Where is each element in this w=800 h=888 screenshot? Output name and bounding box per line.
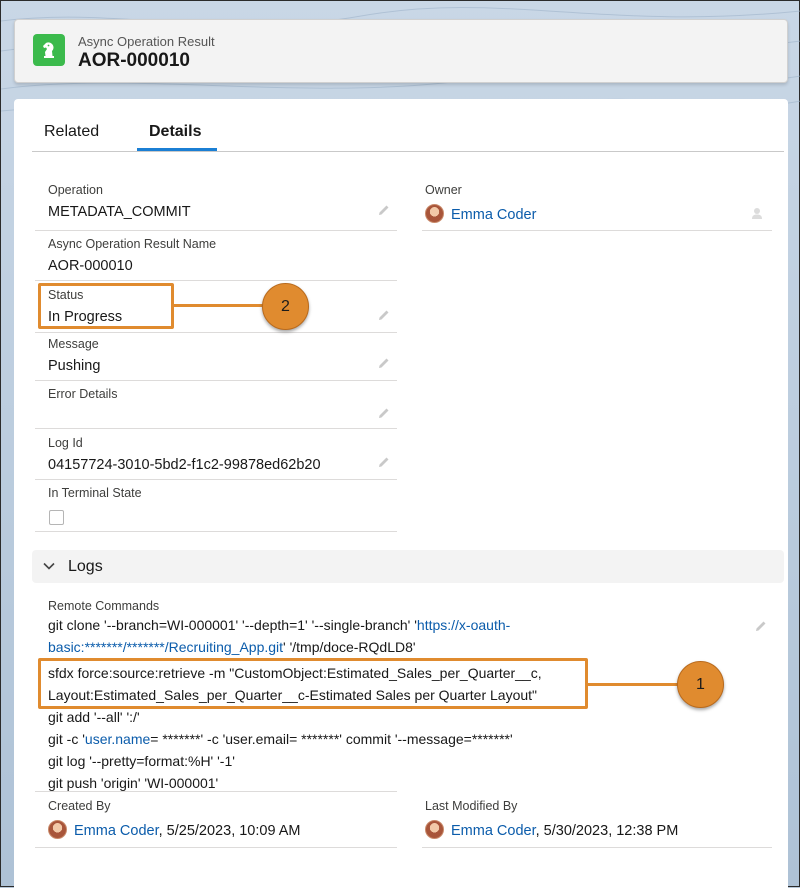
tab-bar: Related Details bbox=[32, 99, 784, 152]
repo-link[interactable]: https://x-oauth- bbox=[417, 617, 510, 633]
user-name-link[interactable]: user.name bbox=[85, 731, 150, 747]
command-line: git -c 'user.name= *******' -c 'user.ema… bbox=[48, 731, 513, 747]
command-line: git push 'origin' 'WI-000001' bbox=[48, 775, 219, 791]
command-line: git clone '--branch=WI-000001' '--depth=… bbox=[48, 617, 511, 633]
divider bbox=[35, 531, 397, 532]
divider bbox=[35, 332, 397, 333]
field-label: Message bbox=[48, 337, 99, 351]
field-label: Last Modified By bbox=[425, 799, 518, 813]
field-label: In Terminal State bbox=[48, 486, 142, 500]
callout-box-retrieve-command bbox=[38, 658, 588, 709]
divider bbox=[35, 847, 397, 848]
divider bbox=[35, 479, 397, 480]
repo-link[interactable]: basic:*******/*******/Recruiting_App.git bbox=[48, 639, 283, 655]
chevron-down-icon bbox=[43, 562, 55, 570]
field-created-by: Created By Emma Coder, 5/25/2023, 10:09 … bbox=[35, 799, 397, 848]
edit-pencil-icon[interactable] bbox=[377, 356, 391, 370]
edit-pencil-icon[interactable] bbox=[377, 406, 391, 420]
field-message: Message Pushing bbox=[35, 337, 397, 381]
edit-pencil-icon[interactable] bbox=[377, 455, 391, 469]
field-last-modified-by: Last Modified By Emma Coder, 5/30/2023, … bbox=[422, 799, 773, 848]
owner-link[interactable]: Emma Coder bbox=[451, 207, 536, 223]
remote-commands-label: Remote Commands bbox=[48, 599, 160, 613]
divider bbox=[35, 791, 397, 792]
field-aor-name: Async Operation Result Name AOR-000010 bbox=[35, 237, 397, 281]
divider bbox=[422, 847, 772, 848]
callout-marker-2: 2 bbox=[262, 283, 309, 330]
field-label: Error Details bbox=[48, 387, 118, 401]
callout-connector bbox=[588, 683, 678, 686]
callout-connector bbox=[174, 304, 264, 307]
edit-pencil-icon[interactable] bbox=[377, 203, 391, 217]
field-operation: Operation METADATA_COMMIT bbox=[35, 183, 397, 231]
field-value: METADATA_COMMIT bbox=[48, 204, 191, 220]
chess-knight-icon bbox=[33, 34, 65, 66]
owner-value: Emma Coder bbox=[425, 204, 536, 223]
callout-box-status bbox=[38, 283, 174, 329]
field-label: Created By bbox=[48, 799, 111, 813]
field-value: 04157724-3010-5bd2-f1c2-99878ed62b20 bbox=[48, 457, 321, 473]
logs-section-header[interactable]: Logs bbox=[32, 550, 784, 583]
tab-details[interactable]: Details bbox=[149, 123, 201, 141]
field-value: AOR-000010 bbox=[48, 258, 133, 274]
tab-related[interactable]: Related bbox=[44, 123, 99, 141]
field-value: Pushing bbox=[48, 358, 101, 374]
divider bbox=[422, 230, 772, 231]
modified-by-link[interactable]: Emma Coder bbox=[451, 823, 536, 839]
field-label: Operation bbox=[48, 183, 103, 197]
modified-by-value: Emma Coder, 5/30/2023, 12:38 PM bbox=[425, 820, 678, 839]
avatar bbox=[425, 204, 444, 223]
field-log-id: Log Id 04157724-3010-5bd2-f1c2-99878ed62… bbox=[35, 436, 397, 480]
field-label: Async Operation Result Name bbox=[48, 237, 217, 251]
divider bbox=[35, 428, 397, 429]
active-tab-indicator bbox=[137, 148, 217, 151]
callout-marker-1: 1 bbox=[677, 661, 724, 708]
field-owner: Owner Emma Coder bbox=[422, 183, 773, 231]
change-owner-icon[interactable] bbox=[749, 206, 763, 220]
created-by-value: Emma Coder, 5/25/2023, 10:09 AM bbox=[48, 820, 301, 839]
divider bbox=[35, 380, 397, 381]
page-frame: Async Operation Result AOR-000010 Relate… bbox=[0, 0, 800, 888]
command-line: git log '--pretty=format:%H' '-1' bbox=[48, 753, 235, 769]
logs-section-title: Logs bbox=[68, 558, 103, 575]
record-detail-card: Related Details Operation METADATA_COMMI… bbox=[14, 99, 788, 888]
created-by-link[interactable]: Emma Coder bbox=[74, 823, 159, 839]
record-header: Async Operation Result AOR-000010 bbox=[14, 19, 788, 83]
divider bbox=[35, 230, 397, 231]
avatar bbox=[48, 820, 67, 839]
field-label: Log Id bbox=[48, 436, 83, 450]
terminal-state-checkbox bbox=[49, 510, 64, 525]
command-line: basic:*******/*******/Recruiting_App.git… bbox=[48, 639, 416, 655]
avatar bbox=[425, 820, 444, 839]
field-in-terminal-state: In Terminal State bbox=[35, 486, 397, 532]
field-error-details: Error Details bbox=[35, 387, 397, 429]
divider bbox=[35, 280, 397, 281]
edit-pencil-icon[interactable] bbox=[377, 308, 391, 322]
record-title: AOR-000010 bbox=[78, 50, 190, 71]
command-line: git add '--all' ':/' bbox=[48, 709, 140, 725]
object-type-label: Async Operation Result bbox=[78, 34, 215, 49]
edit-pencil-icon[interactable] bbox=[754, 619, 768, 633]
field-label: Owner bbox=[425, 183, 462, 197]
